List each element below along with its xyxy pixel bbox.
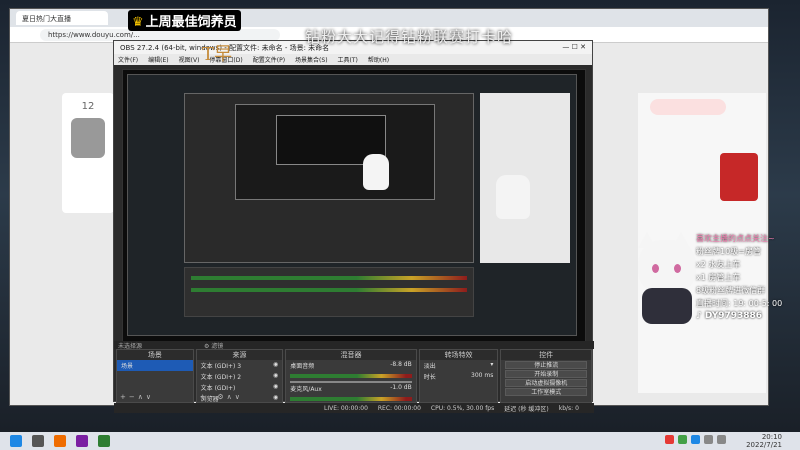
eye-icon[interactable]: ◉ (273, 361, 278, 370)
avatar (71, 118, 105, 158)
controls-panel: 控件 停止推流 开始录制 启动虚拟摄像机 工作室模式 (500, 349, 592, 403)
tray-icon[interactable] (691, 435, 700, 444)
obs-menubar: 文件(F) 编辑(E) 视图(V) 停靠窗口(D) 配置文件(P) 场景集合(S… (114, 54, 592, 65)
cpu-fps: CPU: 0.5%, 30.00 fps (430, 404, 495, 412)
volume-icon[interactable] (717, 435, 726, 444)
promo-headline: 喜欢主播的点点关注~ (696, 234, 775, 243)
clock[interactable]: 20:10 2022/7/21 (746, 433, 782, 449)
browser-tab[interactable]: 夏日热门大直播 (16, 11, 108, 25)
stop-stream-button[interactable]: 停止推流 (505, 361, 587, 369)
scenes-header: 场景 (117, 350, 193, 360)
sources-toolbar[interactable]: +−⚙∧∨ (200, 393, 243, 401)
window-controls[interactable]: — ☐ ✕ (562, 43, 586, 52)
tiktok-id: ♪ DY9793886 (696, 311, 763, 321)
rec-time: REC: 00:00:00 (377, 404, 421, 412)
desktop: 夏日热门大直播 https://www.douyu.com/... 12 OBS… (0, 0, 800, 432)
menu-tools[interactable]: 工具(T) (338, 55, 358, 64)
obs-source-status: 未选择源 ⚙ 滤镜 (114, 341, 594, 350)
card-number: 12 (81, 101, 95, 112)
source-item[interactable]: 文本 (GDI+) ◉ (197, 382, 283, 393)
gift-box-icon[interactable] (720, 153, 758, 201)
mixer-panel: 混音器 桌面音频 -8.8 dB 麦克风/Aux -1.0 dB (285, 349, 417, 403)
recursive-preview-2 (184, 93, 474, 263)
eye-icon[interactable]: ◉ (273, 394, 278, 403)
menu-file[interactable]: 文件(F) (118, 55, 138, 64)
nested-meter (191, 288, 467, 292)
tray-icon[interactable] (678, 435, 687, 444)
sources-header: 来源 (196, 350, 283, 360)
obs-preview[interactable] (122, 69, 586, 345)
audio-meter (290, 374, 412, 378)
menu-help[interactable]: 帮助(H) (368, 55, 389, 64)
bitrate: kb/s: 0 (558, 404, 579, 412)
best-keeper-badge: ♛ 上周最佳饲养员 (128, 10, 241, 31)
obs-docks: 场景 场景 +−∧∨ 来源 文本 (GDI+) 3 ◉ 文本 (GDI+) 2 ◉ … (114, 349, 594, 403)
menu-edit[interactable]: 编辑(E) (148, 55, 168, 64)
menu-view[interactable]: 视图(V) (179, 55, 200, 64)
transition-duration[interactable]: 时长 300 ms (420, 371, 498, 382)
clock-date: 2022/7/21 (746, 441, 782, 449)
mixer-header: 混音器 (286, 350, 416, 360)
wifi-icon[interactable] (704, 435, 713, 444)
app-taskbar-icon[interactable] (54, 435, 66, 447)
eye-icon[interactable]: ◉ (273, 372, 278, 381)
transitions-header: 转场特效 (419, 350, 498, 360)
menu-profile[interactable]: 配置文件(P) (253, 55, 285, 64)
sources-panel: 来源 文本 (GDI+) 3 ◉ 文本 (GDI+) 2 ◉ 文本 (GDI+) ◉ … (195, 349, 284, 403)
promo-schedule: 直播时间: 19: 00-5: 00 (696, 299, 783, 308)
promo-line: x2 水友上车 (696, 260, 741, 269)
scene-item[interactable]: 场景 (117, 360, 193, 371)
live-time: LIVE: 00:00:00 (324, 404, 368, 412)
obs-statusbar: LIVE: 00:00:00 REC: 00:00:00 CPU: 0.5%, … (114, 403, 594, 413)
clock-time: 20:10 (761, 433, 782, 441)
studio-mode-button[interactable]: 工作室模式 (505, 388, 587, 396)
cat-mini-icon (496, 175, 530, 219)
pc-client-badge[interactable] (650, 99, 726, 115)
overlay-title: 钻粉大大记得钻粉联赛打卡哈 (305, 28, 514, 46)
start-recording-button[interactable]: 开始录制 (505, 370, 587, 378)
browser-tabbar: 夏日热门大直播 (10, 9, 768, 27)
transitions-panel: 转场特效 淡出 ▾ 时长 300 ms (418, 349, 499, 403)
nested-meter (191, 276, 467, 280)
tiktok-icon: ♪ (696, 311, 702, 321)
promo-line: 粉丝牌10级=房管 (696, 247, 761, 256)
scenes-panel: 场景 场景 +−∧∨ (116, 349, 194, 403)
controls-header: 控件 (501, 350, 591, 360)
obs-window: OBS 27.2.4 (64-bit, windows) - 配置文件: 未命名… (113, 40, 594, 413)
obs-taskbar-icon[interactable] (32, 435, 44, 447)
recursive-preview-1 (127, 74, 577, 336)
promo-line: 8级粉丝牌进微信群 (696, 286, 766, 295)
system-tray (665, 435, 726, 444)
menu-scene-collection[interactable]: 场景集合(S) (295, 55, 328, 64)
app-taskbar-icon[interactable] (76, 435, 88, 447)
source-item[interactable]: 文本 (GDI+) 2 ◉ (197, 371, 283, 382)
overlay-handwritten: T早 (202, 44, 233, 65)
browser-taskbar-icon[interactable] (98, 435, 110, 447)
crown-icon: ♛ (132, 15, 144, 30)
eye-icon[interactable]: ◉ (273, 383, 278, 392)
taskbar: 20:10 2022/7/21 (0, 432, 800, 450)
recursive-preview-3 (235, 104, 435, 200)
cat-mini-icon (363, 154, 389, 190)
cat-mascot-icon (632, 232, 700, 324)
latency: 延迟 (秒 缓冲区) (504, 405, 549, 413)
streamer-card[interactable]: 12 (62, 93, 114, 213)
badge-text: 上周最佳饲养员 (145, 15, 237, 30)
start-icon[interactable] (10, 435, 22, 447)
source-item[interactable]: 文本 (GDI+) 3 ◉ (197, 360, 283, 371)
audio-meter (290, 397, 412, 401)
mixer-channel: 桌面音频 -8.8 dB (290, 361, 412, 370)
tray-icon[interactable] (665, 435, 674, 444)
scenes-toolbar[interactable]: +−∧∨ (120, 393, 154, 401)
virtual-camera-button[interactable]: 启动虚拟摄像机 (505, 379, 587, 387)
mixer-channel: 麦克风/Aux -1.0 dB (290, 384, 412, 393)
promo-line: x1 房管上车 (696, 273, 741, 282)
transition-select[interactable]: 淡出 ▾ (420, 360, 498, 371)
nested-mixer (184, 267, 474, 317)
streamer-promo: 喜欢主播的点点关注~ 粉丝牌10级=房管 x2 水友上车 x1 房管上车 8级粉… (696, 232, 800, 323)
